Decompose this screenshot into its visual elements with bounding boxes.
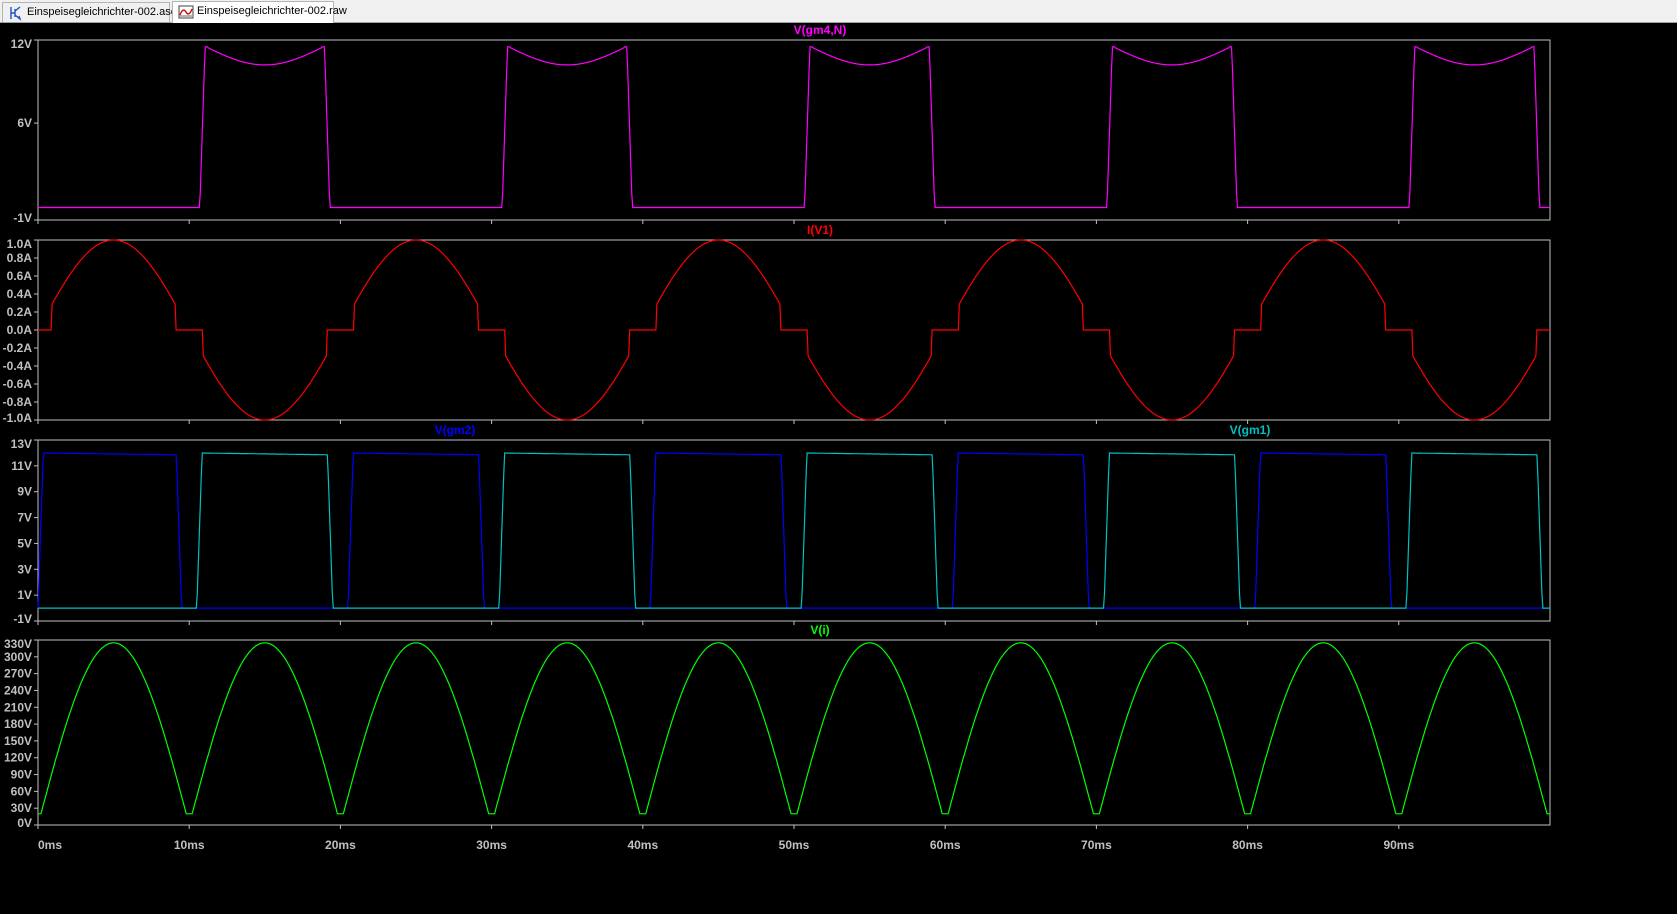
- x-tick-label: 30ms: [476, 838, 507, 852]
- x-tick-label: 10ms: [174, 838, 205, 852]
- y-tick-label: 300V: [4, 650, 32, 664]
- y-tick-label: -1V: [13, 612, 32, 626]
- x-axis: 0ms 10ms 20ms 30ms 40ms 50ms 60ms 70ms 80ms 90ms: [38, 838, 1414, 852]
- x-tick-label: 60ms: [930, 838, 961, 852]
- y-tick-label: 90V: [11, 768, 32, 782]
- tab-label: Einspeisegleichrichter-002.asc: [27, 6, 177, 18]
- waveform-plot[interactable]: 12V 6V -1V V(gm4,N) 1.0A0.8A 0.6A 0.4A 0.2A 0.0A…: [0, 23, 1677, 909]
- tab-schematic[interactable]: Einspeisegleichrichter-002.asc: [2, 2, 176, 22]
- y-tick-label: 1V: [17, 588, 32, 602]
- y-tick-label: 7V: [17, 511, 32, 525]
- trace-label: V(i): [810, 623, 829, 637]
- y-tick-label: 11V: [11, 459, 32, 473]
- y-tick-label: 30V: [11, 801, 32, 815]
- x-tick-label: 0ms: [38, 838, 62, 852]
- series-v-gm4-n-: [38, 46, 1550, 209]
- series-i-v1-: [38, 239, 1550, 421]
- waveform-icon: [178, 5, 194, 19]
- y-tick-label: 0V: [17, 816, 32, 830]
- x-tick-label: 90ms: [1383, 838, 1414, 852]
- pane-frame: [37, 439, 1551, 622]
- y-tick-label: 60V: [11, 784, 32, 798]
- trace-label: V(gm1): [1230, 423, 1271, 437]
- x-tick-label: 40ms: [627, 838, 658, 852]
- series-v-i-: [38, 642, 1550, 815]
- x-tick-label: 80ms: [1232, 838, 1263, 852]
- y-tick-label: 5V: [17, 536, 32, 550]
- y-tick-label: 120V: [4, 751, 32, 765]
- y-tick-label: 0.6A: [7, 269, 33, 283]
- y-tick-label: 6V: [17, 116, 32, 130]
- x-tick-label: 50ms: [779, 838, 810, 852]
- pane-4[interactable]: 330V300V270V240V210V180V150V120V90V60V30…: [4, 623, 1551, 830]
- trace-label: V(gm4,N): [794, 24, 847, 37]
- y-tick-label: 13V: [11, 437, 32, 451]
- y-tick-label: 0.0A: [7, 323, 33, 337]
- y-tick-label: 210V: [4, 700, 32, 714]
- waveform-viewer[interactable]: 12V 6V -1V V(gm4,N) 1.0A 0.8A 0.6A 0.4A 0.2A 0.0A…: [0, 23, 1677, 909]
- y-tick-label: 150V: [4, 734, 32, 748]
- pane-frame: [37, 639, 1551, 826]
- pane-1[interactable]: 12V 6V -1V V(gm4,N): [11, 23, 1551, 225]
- schematic-icon: [10, 6, 22, 21]
- pane-2[interactable]: 1.0A0.8A 0.6A 0.4A 0.2A 0.0A -0.2A -0.4A -0.6A -…: [3, 223, 1551, 425]
- y-tick-label: 9V: [17, 485, 32, 499]
- y-tick-label: -1V: [13, 211, 32, 225]
- tab-label: Einspeisegleichrichter-002.raw: [197, 5, 347, 17]
- y-tick-label: -0.6A: [3, 377, 33, 391]
- y-tick-label: -0.4A: [3, 359, 33, 373]
- trace-label: V(gm2): [435, 423, 476, 437]
- tab-bar: Einspeisegleichrichter-002.asc Einspeise…: [0, 0, 1677, 23]
- pane-3[interactable]: 13V 11V 9V 7V 5V 3V 1V -1V V(gm2) V(gm1): [11, 423, 1551, 626]
- x-tick-label: 20ms: [325, 838, 356, 852]
- y-tick-label: 270V: [4, 667, 32, 681]
- trace-label: I(V1): [807, 223, 833, 237]
- y-tick-label: 240V: [4, 683, 32, 697]
- y-tick-label: 1.0A: [7, 237, 33, 251]
- tab-waveform[interactable]: Einspeisegleichrichter-002.raw: [172, 1, 347, 23]
- series-v-gm1-: [38, 452, 1550, 609]
- y-tick-label: -0.2A: [3, 341, 33, 355]
- pane-frame: [37, 39, 1551, 221]
- x-tick-label: 70ms: [1081, 838, 1112, 852]
- y-tick-label: -0.8A: [3, 395, 33, 409]
- y-tick-label: 0.2A: [7, 305, 33, 319]
- y-tick-label: -1.0A: [3, 411, 33, 425]
- y-tick-label: 0.4A: [7, 287, 33, 301]
- series-v-gm2-: [37, 452, 1550, 609]
- y-tick-label: 0.8A: [7, 251, 33, 265]
- y-tick-label: 3V: [17, 562, 32, 576]
- y-tick-label: 180V: [4, 717, 32, 731]
- y-tick-label: 12V: [11, 37, 32, 51]
